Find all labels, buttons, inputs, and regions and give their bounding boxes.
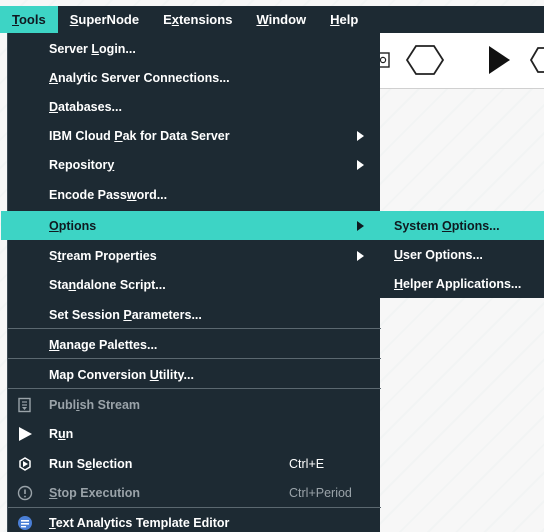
submenu-arrow-icon: [357, 250, 364, 261]
menu-item-label: Set Session Parameters...: [49, 307, 202, 322]
menu-help-mnemonic: H: [330, 12, 340, 27]
menu-item-encode-password[interactable]: Encode Password...: [8, 180, 381, 209]
menu-item-label: Repository: [49, 157, 115, 172]
menu-help-label: elp: [339, 12, 359, 27]
menu-item-label: Text Analytics Template Editor: [49, 515, 230, 530]
menu-window[interactable]: Window: [244, 6, 318, 33]
menu-item-server-login[interactable]: Server Login...: [8, 34, 381, 63]
menu-bar: Tools SuperNode Extensions Window Help: [0, 6, 544, 33]
menu-extensions[interactable]: Extensions: [151, 6, 244, 33]
submenu-arrow-icon: [357, 220, 364, 231]
menu-item-label: Run Selection: [49, 456, 133, 471]
menu-item-standalone-script[interactable]: Standalone Script...: [8, 270, 381, 299]
menu-item-repository[interactable]: Repository: [8, 150, 381, 179]
menu-item-label: Publish Stream: [49, 397, 141, 412]
text-analytics-icon: [18, 515, 32, 530]
menu-separator: [8, 328, 381, 329]
submenu-item-label: User Options...: [394, 247, 483, 262]
menu-extensions-label: tensions: [178, 12, 233, 27]
menu-item-label: Encode Password...: [49, 187, 168, 202]
menu-item-label: Map Conversion Utility...: [49, 367, 194, 382]
menu-item-label: Options: [49, 218, 97, 233]
menu-item-analytic-server-connections[interactable]: Analytic Server Connections...: [8, 63, 381, 92]
menu-separator: [8, 358, 381, 359]
menu-help[interactable]: Help: [318, 6, 370, 33]
menu-item-label: Standalone Script...: [49, 277, 166, 292]
submenu-item-helper-applications[interactable]: Helper Applications...: [380, 269, 544, 298]
publish-stream-icon: [18, 397, 31, 412]
stop-execution-shortcut: Ctrl+Period: [289, 485, 352, 500]
menu-item-label: Stream Properties: [49, 248, 157, 263]
menu-item-stream-properties[interactable]: Stream Properties: [8, 241, 381, 270]
menu-item-label: IBM Cloud Pak for Data Server: [49, 128, 230, 143]
run-selection-icon: [19, 456, 31, 471]
submenu-item-system-options[interactable]: System Options...: [380, 211, 544, 240]
menu-item-options[interactable]: Options: [1, 211, 381, 240]
submenu-arrow-icon: [357, 130, 364, 141]
run-icon[interactable]: [489, 46, 510, 74]
menu-window-mnemonic: W: [256, 12, 269, 27]
submenu-item-label: Helper Applications...: [394, 276, 522, 291]
menu-supernode-label: uperNode: [78, 12, 140, 27]
menu-extensions-mnemonic: x: [171, 12, 179, 27]
menu-item-cloud-pak-server[interactable]: IBM Cloud Pak for Data Server: [8, 121, 381, 150]
toolbar: [377, 33, 544, 89]
run-selection-icon[interactable]: [529, 47, 544, 73]
tools-menu: Server Login... Analytic Server Connecti…: [1, 33, 381, 532]
menu-window-label: indow: [268, 12, 307, 27]
submenu-item-user-options[interactable]: User Options...: [380, 240, 544, 269]
submenu-arrow-icon: [357, 159, 364, 170]
menu-item-label: Server Login...: [49, 41, 136, 56]
menu-item-text-analytics-template-editor[interactable]: Text Analytics Template Editor: [8, 508, 381, 532]
toolbar-icons: [377, 45, 544, 75]
menu-tools[interactable]: Tools: [0, 6, 58, 33]
options-submenu: System Options... User Options... Helper…: [380, 211, 544, 298]
submenu-item-label: System Options...: [394, 218, 500, 233]
menu-item-map-conversion-utility[interactable]: Map Conversion Utility...: [8, 360, 381, 389]
menu-item-stop-execution[interactable]: Stop Execution Ctrl+Period: [8, 478, 381, 507]
menu-tools-mnemonic: T: [12, 12, 19, 27]
menu-item-set-session-parameters[interactable]: Set Session Parameters...: [8, 300, 381, 329]
menu-item-databases[interactable]: Databases...: [8, 92, 381, 121]
menu-item-run[interactable]: Run: [8, 419, 381, 448]
run-selection-shortcut: Ctrl+E: [289, 456, 325, 471]
run-icon: [19, 426, 32, 441]
menu-item-publish-stream[interactable]: Publish Stream: [8, 390, 381, 419]
menu-supernode[interactable]: SuperNode: [58, 6, 151, 33]
menu-item-label: Manage Palettes...: [49, 337, 158, 352]
menu-item-run-selection[interactable]: Run Selection Ctrl+E: [8, 449, 381, 478]
menu-item-manage-palettes[interactable]: Manage Palettes...: [8, 330, 381, 359]
menu-extensions-pre: E: [163, 12, 172, 27]
menu-item-label: Run: [49, 426, 74, 441]
stop-execution-icon: [17, 485, 33, 500]
menu-tools-label: ools: [18, 12, 46, 27]
menu-item-label: Databases...: [49, 99, 122, 114]
menu-item-label: Analytic Server Connections...: [49, 70, 230, 85]
menu-item-label: Stop Execution: [49, 485, 140, 500]
menu-separator: [8, 388, 381, 389]
hexagon-icon[interactable]: [405, 45, 445, 75]
